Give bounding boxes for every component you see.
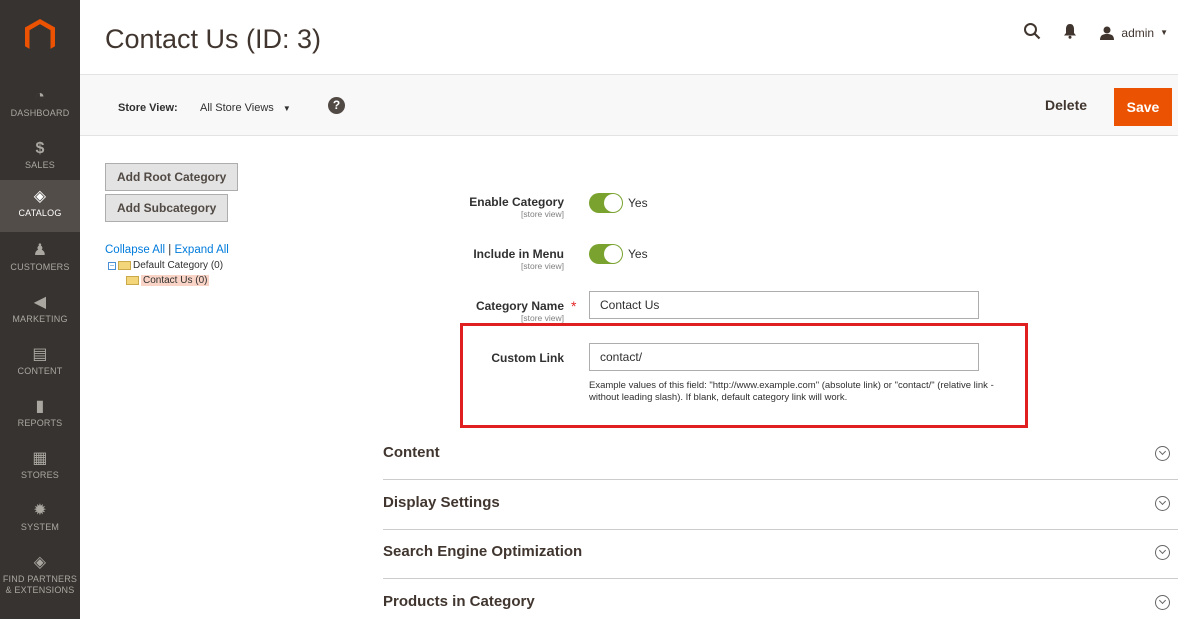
section-title: Search Engine Optimization — [383, 543, 583, 560]
sidebar-item-system[interactable]: ✹ SYSTEM — [0, 494, 80, 546]
enable-category-toggle[interactable] — [589, 193, 623, 213]
folder-icon — [126, 276, 139, 285]
enable-category-scope: [store view] — [521, 209, 564, 219]
custom-link-highlight — [460, 323, 1028, 428]
include-in-menu-value: Yes — [628, 247, 648, 261]
section-display-settings[interactable]: Display Settings — [383, 481, 1178, 530]
admin-sidebar: ◔ DASHBOARD $ SALES ◈ CATALOG ♟ CUSTOMER… — [0, 0, 80, 619]
dashboard-icon: ◔ — [35, 88, 45, 105]
enable-category-value: Yes — [628, 196, 648, 210]
section-title: Content — [383, 444, 440, 461]
category-name-input[interactable] — [589, 291, 979, 319]
page-title: Contact Us (ID: 3) — [105, 24, 322, 54]
chevron-circle-down-icon[interactable] — [1155, 595, 1170, 610]
store-view-label: Store View: — [118, 102, 178, 114]
include-in-menu-label: Include in Menu — [473, 247, 564, 261]
section-products-in-category[interactable]: Products in Category — [383, 580, 1178, 629]
admin-account-menu[interactable]: admin ▼ — [1099, 26, 1168, 40]
page-actions-toolbar: Store View: All Store Views ▼ ? Delete S… — [80, 74, 1178, 136]
custom-link-input[interactable] — [589, 343, 979, 371]
custom-link-note: Example values of this field: "http://ww… — [589, 380, 994, 403]
tree-link-separator: | — [168, 244, 172, 256]
dollar-icon: $ — [35, 140, 45, 157]
tree-node-label: Contact Us (0) — [141, 275, 210, 286]
tree-controls: Collapse All | Expand All — [105, 244, 229, 256]
add-root-category-button[interactable]: Add Root Category — [105, 163, 239, 191]
sidebar-item-find-partners[interactable]: ◈ FIND PARTNERS & EXTENSIONS — [0, 546, 80, 606]
person-icon: ♟ — [32, 242, 48, 259]
notifications-bell-icon[interactable] — [1063, 23, 1077, 42]
sidebar-item-reports[interactable]: ▮ REPORTS — [0, 390, 80, 442]
section-title: Products in Category — [383, 593, 535, 610]
section-title: Display Settings — [383, 494, 500, 511]
help-icon[interactable]: ? — [328, 97, 345, 114]
store-view-value: All Store Views — [200, 102, 274, 114]
category-name-label: Category Name — [475, 299, 564, 313]
sidebar-item-catalog[interactable]: ◈ CATALOG — [0, 180, 80, 232]
add-subcategory-button[interactable]: Add Subcategory — [105, 194, 229, 222]
chevron-circle-down-icon[interactable] — [1155, 545, 1170, 560]
enable-category-label: Enable Category — [469, 195, 564, 209]
sidebar-item-customers[interactable]: ♟ CUSTOMERS — [0, 234, 80, 286]
sidebar-item-sales[interactable]: $ SALES — [0, 132, 80, 184]
chevron-down-icon: ▼ — [1160, 28, 1168, 37]
tree-node-contact-us[interactable]: Contact Us (0) — [126, 275, 210, 286]
expand-all-link[interactable]: Expand All — [175, 244, 229, 256]
chevron-circle-down-icon[interactable] — [1155, 446, 1170, 461]
include-in-menu-toggle[interactable] — [589, 244, 623, 264]
user-icon — [1100, 26, 1115, 40]
sidebar-item-marketing[interactable]: ◀ MARKETING — [0, 286, 80, 338]
bar-chart-icon: ▮ — [35, 398, 45, 415]
category-name-scope: [store view] — [521, 313, 564, 323]
chevron-circle-down-icon[interactable] — [1155, 496, 1170, 511]
magento-logo-icon — [25, 19, 55, 49]
tree-node-label: Default Category (0) — [133, 260, 224, 271]
sidebar-item-content[interactable]: ▤ CONTENT — [0, 338, 80, 390]
save-button[interactable]: Save — [1114, 88, 1172, 126]
sidebar-item-dashboard[interactable]: ◔ DASHBOARD — [0, 80, 80, 132]
search-icon[interactable] — [1023, 22, 1041, 43]
megaphone-icon: ◀ — [33, 294, 47, 311]
cube-icon: ◈ — [33, 188, 47, 205]
tree-node-default-category[interactable]: − Default Category (0) — [108, 260, 223, 271]
section-content[interactable]: Content — [383, 431, 1178, 480]
header-actions: admin ▼ — [1023, 22, 1168, 43]
box-icon: ◈ — [33, 554, 47, 571]
storefront-icon: ▦ — [32, 450, 48, 467]
magento-logo[interactable] — [0, 0, 80, 72]
include-in-menu-scope: [store view] — [521, 261, 564, 271]
delete-button[interactable]: Delete — [1045, 97, 1087, 113]
caret-down-icon: ▼ — [282, 104, 291, 113]
admin-username: admin — [1121, 25, 1155, 40]
sidebar-item-stores[interactable]: ▦ STORES — [0, 442, 80, 494]
collapse-all-link[interactable]: Collapse All — [105, 244, 165, 256]
gear-icon: ✹ — [33, 502, 47, 519]
layout-icon: ▤ — [32, 346, 48, 363]
custom-link-label: Custom Link — [491, 351, 564, 365]
store-view-switcher[interactable]: All Store Views ▼ — [200, 102, 291, 114]
folder-icon — [118, 261, 131, 270]
tree-expand-icon[interactable]: − — [108, 261, 116, 270]
section-search-engine-optimization[interactable]: Search Engine Optimization — [383, 530, 1178, 579]
required-marker: * — [571, 298, 577, 314]
